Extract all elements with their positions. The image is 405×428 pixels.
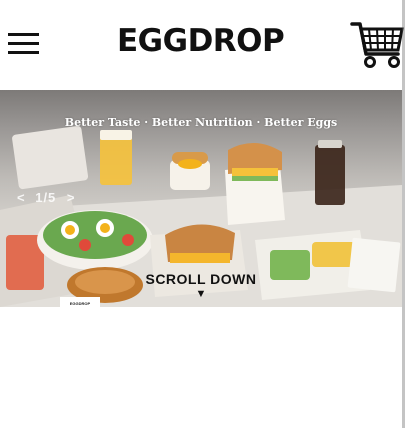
down-arrow-icon: ▼ (195, 288, 207, 300)
scroll-down-label: SCROLL DOWN (145, 271, 257, 287)
hamburger-menu-icon[interactable] (8, 33, 40, 55)
package-label: EGGDROP (70, 301, 91, 306)
slide-pager: < 1/5 > (14, 190, 78, 208)
hero-banner[interactable]: EGGDROP Better Taste · Better Nutrition … (0, 90, 402, 307)
hero-tagline: Better Taste · Better Nutrition · Better… (64, 116, 338, 129)
shopping-cart-icon[interactable] (350, 20, 405, 70)
site-logo[interactable]: EGGDROP (117, 22, 287, 60)
menu-line (8, 51, 39, 54)
menu-line (8, 42, 39, 45)
prev-slide-button[interactable]: < (14, 190, 28, 205)
next-slide-button[interactable]: > (64, 190, 78, 205)
site-header: EGGDROP (0, 0, 405, 90)
scroll-down-button[interactable]: SCROLL DOWN ▼ (0, 271, 402, 300)
menu-line (8, 33, 39, 36)
slide-counter: 1/5 (35, 190, 57, 205)
